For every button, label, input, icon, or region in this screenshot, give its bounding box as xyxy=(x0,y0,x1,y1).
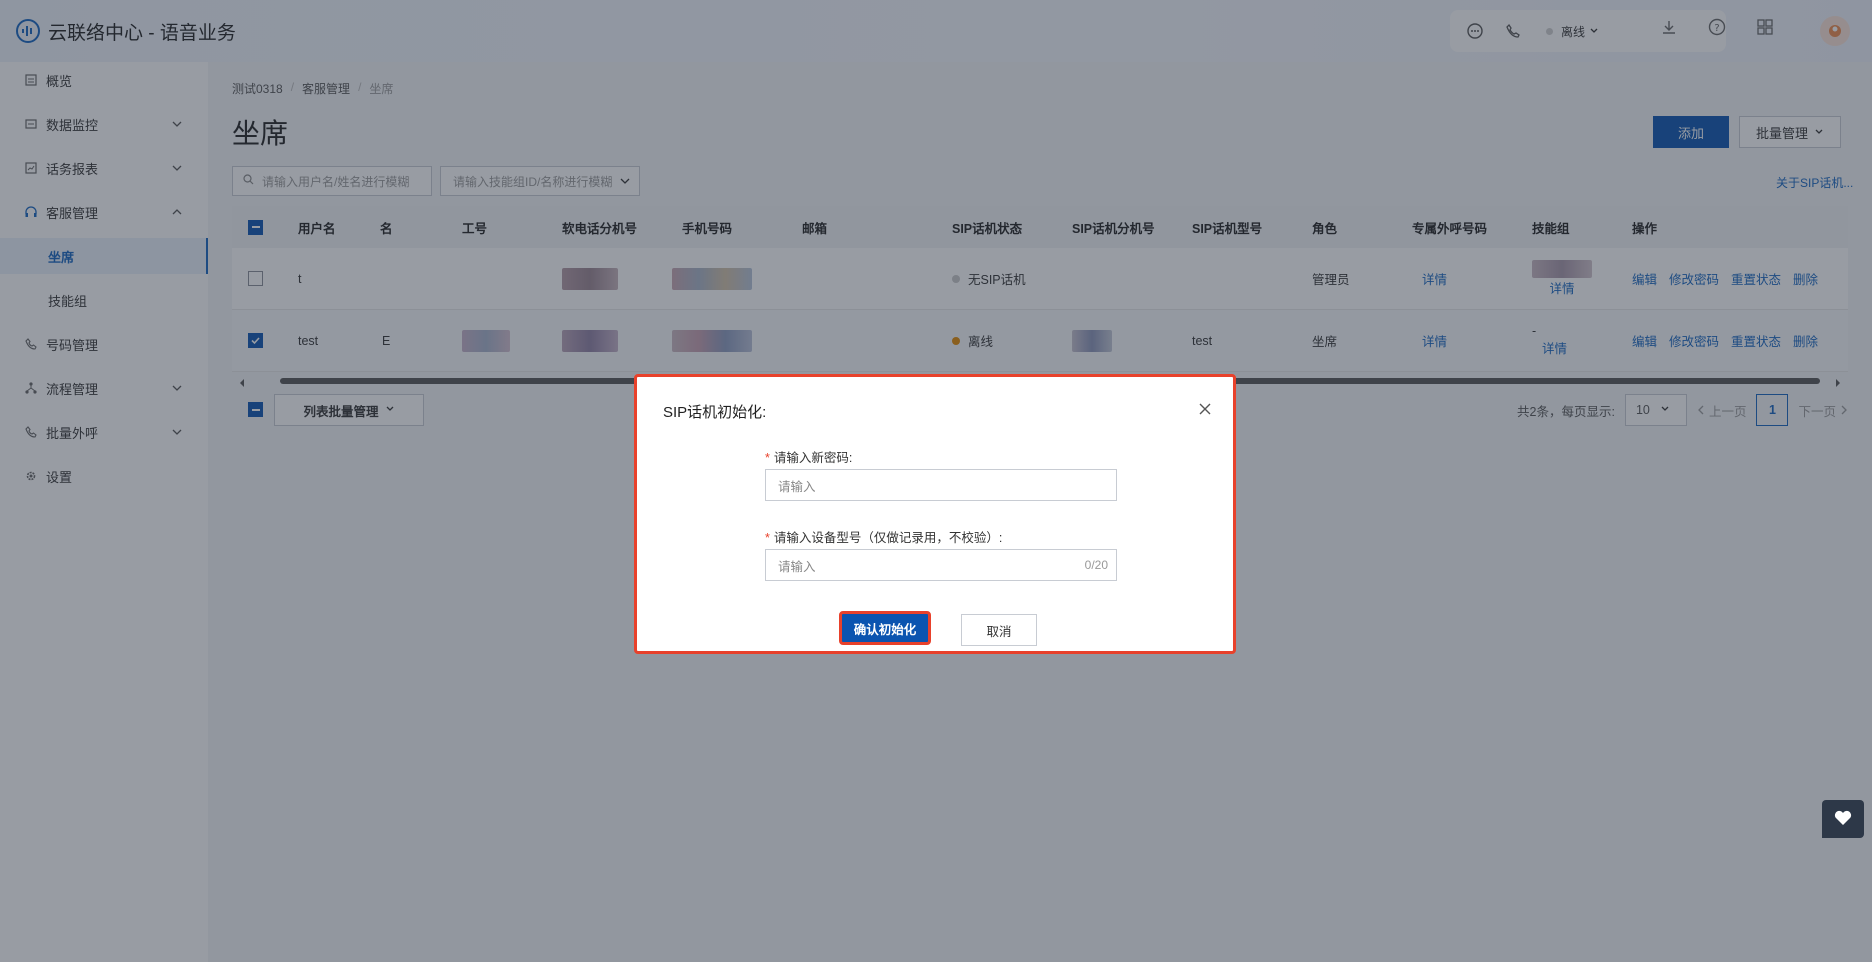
sip-init-dialog: SIP话机初始化: * 请输入新密码: 请输入 * 请输入设备型号（仅做记录用，不校… xyxy=(634,374,1236,654)
password-placeholder: 请输入 xyxy=(778,479,816,494)
dialog-title: SIP话机初始化: xyxy=(663,404,767,421)
device-model-label: * 请输入设备型号（仅做记录用，不校验）: xyxy=(765,527,1002,546)
password-label-text: 请输入新密码: xyxy=(773,451,853,465)
cancel-button[interactable]: 取消 xyxy=(961,614,1037,646)
device-model-input[interactable]: 请输入 0/20 xyxy=(765,549,1117,581)
device-model-label-text: 请输入设备型号（仅做记录用，不校验）: xyxy=(773,531,1003,545)
close-icon[interactable] xyxy=(1197,401,1213,417)
new-password-input[interactable]: 请输入 xyxy=(765,469,1117,501)
char-count: 0/20 xyxy=(1084,558,1108,572)
confirm-init-button[interactable]: 确认初始化 xyxy=(839,611,931,645)
password-label: * 请输入新密码: xyxy=(765,447,852,466)
heart-icon xyxy=(1833,809,1853,830)
feedback-button[interactable] xyxy=(1822,800,1864,838)
device-model-placeholder: 请输入 xyxy=(778,559,816,574)
required-mark: * xyxy=(765,531,770,545)
required-mark: * xyxy=(765,451,770,465)
